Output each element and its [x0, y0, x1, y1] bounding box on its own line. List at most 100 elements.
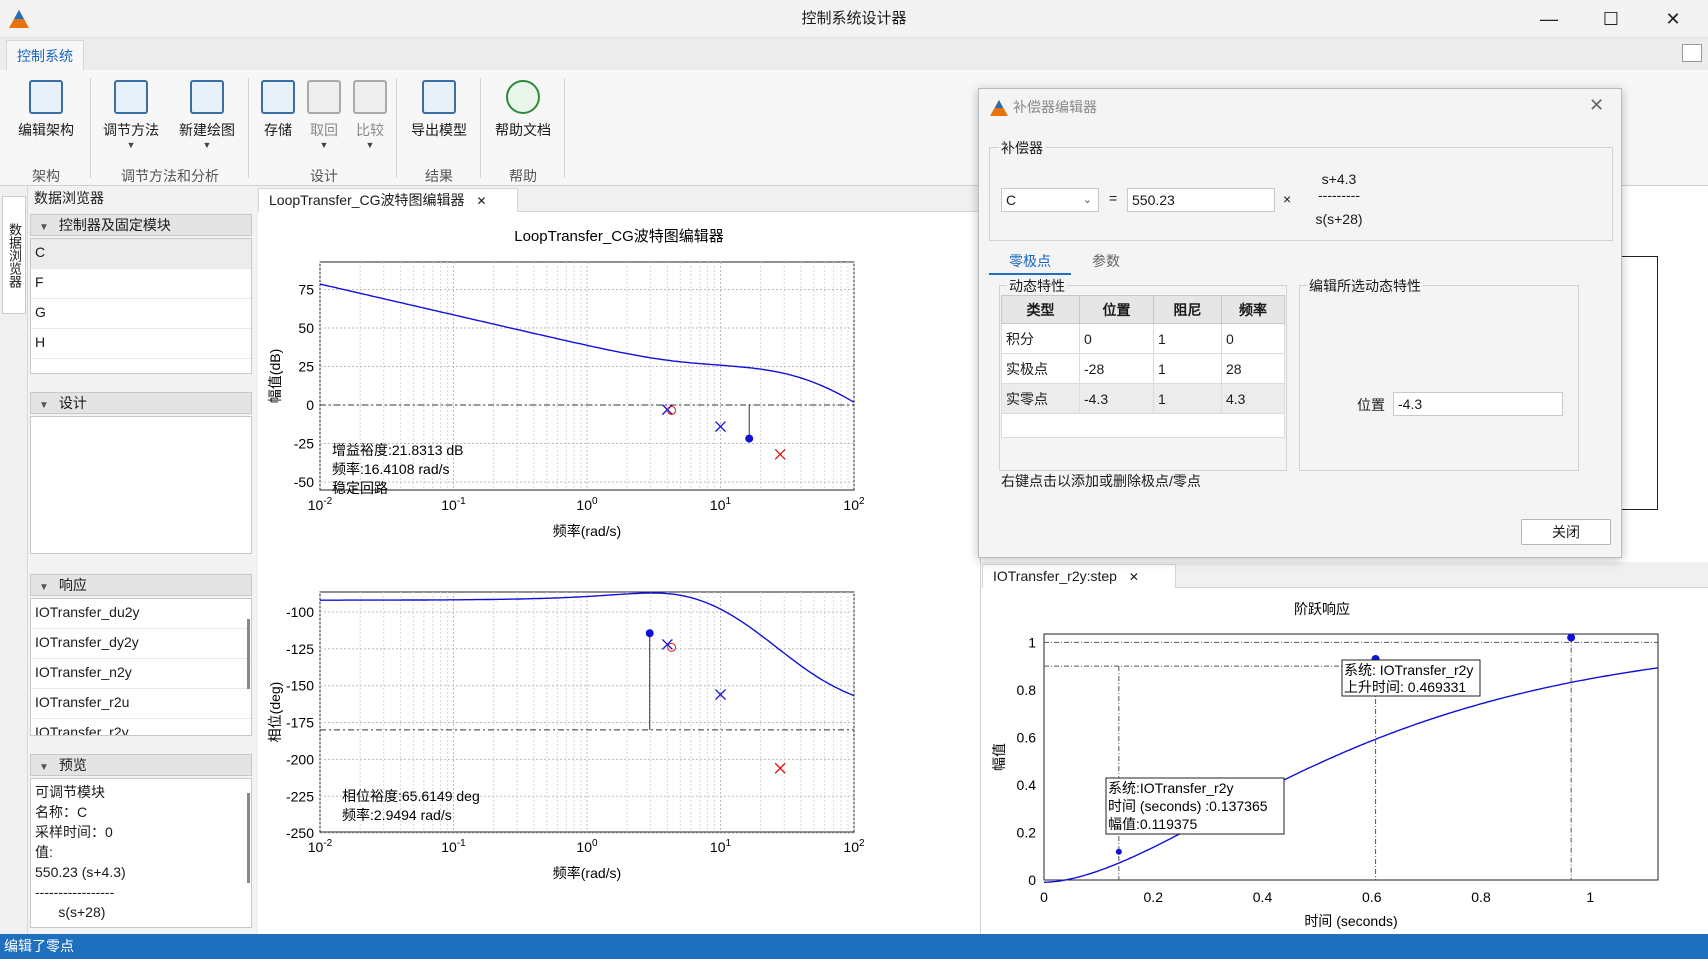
x-tick-label: 10-1 [441, 496, 466, 513]
dialog-close-icon[interactable]: ✕ [1589, 95, 1604, 116]
new-plot-button[interactable]: 新建绘图 ▼ [172, 76, 242, 150]
tab-step-response[interactable]: IOTransfer_r2y:step ✕ [982, 564, 1176, 588]
status-bar: 编辑了零点 [0, 934, 1708, 959]
tab-bode-editor[interactable]: LoopTransfer_CG波特图编辑器 ✕ [258, 188, 518, 212]
help-doc-button[interactable]: 帮助文档 [488, 76, 558, 140]
list-item[interactable]: IOTransfer_n2y [31, 659, 251, 689]
x-tick-label: 0.4 [1253, 889, 1273, 905]
x-tick-label: 100 [576, 496, 598, 513]
retrieve-button[interactable]: 取回 ▼ [302, 76, 346, 150]
list-item[interactable]: IOTransfer_r2u [31, 689, 251, 719]
list-item[interactable]: IOTransfer_r2y [31, 719, 251, 735]
position-input[interactable]: -4.3 [1393, 392, 1563, 416]
y-tick-label: 0 [306, 397, 314, 413]
y-axis-label: 幅值(dB) [267, 349, 283, 403]
y-tick-label: -25 [294, 436, 314, 452]
phase-margin-marker [645, 629, 654, 638]
list-item[interactable]: C [31, 239, 251, 269]
y-tick-label: 0.8 [1017, 682, 1037, 698]
stability-text: 稳定回路 [332, 480, 388, 496]
list-item[interactable]: G [31, 299, 251, 329]
fraction-line: --------- [1318, 187, 1360, 203]
x-tick-label: 0 [1040, 889, 1048, 905]
numerator: s+4.3 [1321, 171, 1357, 187]
x-axis-label: 频率(rad/s) [553, 523, 621, 539]
y-tick-label: -50 [294, 474, 314, 490]
edit-architecture-button[interactable]: 编辑架构 [10, 76, 82, 140]
data-browser-side-tab[interactable]: 数据浏览器 [2, 196, 26, 314]
tooltip-point-time: 时间 (seconds) :0.137365 [1108, 798, 1268, 814]
x-tick-label: 10-1 [441, 838, 466, 855]
group-label-help: 帮助 [509, 168, 537, 184]
section-controllers[interactable]: ▼ 控制器及固定模块 [30, 214, 252, 236]
y-tick-label: 0.4 [1017, 777, 1037, 793]
compensator-legend: 补偿器 [999, 138, 1045, 158]
compensator-select[interactable]: C ⌄ [1001, 188, 1099, 212]
tuning-method-button[interactable]: 调节方法 ▼ [98, 76, 164, 150]
list-item[interactable]: F [31, 269, 251, 299]
data-browser-panel: 数据浏览器 ▼ 控制器及固定模块 C F G H ▼ 设计 ▼ 响应 IOTransf… [28, 186, 256, 934]
new-plot-icon [190, 80, 224, 114]
x-tick-label: 10-2 [308, 496, 333, 513]
hidden-plot-edge [1622, 256, 1658, 510]
close-button[interactable]: ✕ [1644, 0, 1702, 38]
data-tip-marker [1115, 848, 1122, 855]
controllers-list: C F G H [30, 238, 252, 374]
table-row[interactable]: 实零点 -4.3 1 4.3 [1001, 383, 1285, 414]
x-tick-label: 102 [843, 496, 865, 513]
group-label-arch: 架构 [32, 168, 60, 184]
dialog-title: 补偿器编辑器 [1013, 99, 1097, 115]
y-tick-label: -125 [286, 641, 314, 657]
y-tick-label: -200 [286, 751, 314, 767]
responses-list: IOTransfer_du2y IOTransfer_dy2y IOTransf… [30, 598, 252, 736]
x-tick-label: 0.2 [1144, 889, 1164, 905]
x-tick-label: 0.8 [1471, 889, 1491, 905]
y-axis-label: 幅值 [991, 743, 1007, 771]
tab-parameters[interactable]: 参数 [1071, 249, 1141, 275]
close-tab-icon[interactable]: ✕ [1129, 570, 1139, 584]
close-dialog-button[interactable]: 关闭 [1521, 519, 1611, 545]
y-tick-label: 50 [298, 320, 314, 336]
section-responses[interactable]: ▼ 响应 [30, 574, 252, 596]
edit-dynamics-section [1299, 285, 1579, 471]
title-bar: 控制系统设计器 — ☐ ✕ [0, 0, 1708, 38]
export-model-button[interactable]: 导出模型 [404, 76, 474, 140]
section-design[interactable]: ▼ 设计 [30, 392, 252, 414]
group-label-tuning: 调节方法和分析 [121, 168, 219, 184]
tab-control-system[interactable]: 控制系统 [6, 40, 84, 70]
compare-button[interactable]: 比较 ▼ [348, 76, 392, 150]
dynamics-table: 类型 位置 阻尼 频率 积分 0 1 0 实极点 -28 1 28 实零点 -4.3 1 4.3 [1001, 295, 1285, 438]
tab-zeros-poles[interactable]: 零极点 [989, 249, 1071, 275]
hint-text: 右键点击以添加或删除极点/零点 [1001, 473, 1201, 489]
close-tab-icon[interactable]: ✕ [476, 194, 486, 208]
preview-scrollbar[interactable] [247, 793, 250, 883]
tooltip-point-system: 系统:IOTransfer_r2y [1108, 780, 1234, 796]
x-tick-label: 101 [710, 838, 732, 855]
export-cube-icon [422, 80, 456, 114]
table-row[interactable]: 积分 0 1 0 [1001, 323, 1285, 354]
store-button[interactable]: 存储 [256, 76, 300, 140]
y-tick-label: 25 [298, 359, 314, 375]
bode-editor-doc: LoopTransfer_CG波特图编辑器 ✕ LoopTransfer_CG波… [258, 186, 980, 934]
bode-plot[interactable]: LoopTransfer_CG波特图编辑器 75 50 25 0 -25 -50 10-2 10… [258, 212, 980, 934]
y-tick-label: 75 [298, 282, 314, 298]
x-tick-label: 10-2 [308, 838, 333, 855]
gain-input[interactable]: 550.23 [1127, 188, 1275, 212]
maximize-button[interactable]: ☐ [1582, 0, 1640, 38]
y-tick-label: 0 [1028, 872, 1036, 888]
minimize-button[interactable]: — [1520, 0, 1578, 38]
list-item[interactable]: IOTransfer_du2y [31, 599, 251, 629]
denominator: s(s+28) [1315, 211, 1363, 227]
phase-margin-text: 相位裕度:65.6149 deg [342, 788, 480, 804]
x-tick-label: 1 [1586, 889, 1594, 905]
equals-sign: = [1109, 190, 1118, 206]
gain-margin-marker [745, 434, 754, 443]
bode-title: LoopTransfer_CG波特图编辑器 [514, 228, 724, 245]
list-item[interactable]: H [31, 329, 251, 359]
table-row[interactable]: 实极点 -28 1 28 [1001, 353, 1285, 384]
collapse-ribbon-icon[interactable] [1682, 44, 1702, 62]
section-preview[interactable]: ▼ 预览 [30, 754, 252, 776]
responses-scrollbar[interactable] [247, 619, 250, 689]
list-item[interactable]: IOTransfer_dy2y [31, 629, 251, 659]
step-plot[interactable]: 阶跃响应 1 0.8 0.6 0.4 0.2 00 0.2 0.4 0.6 0.8 1 时间 (seco… [982, 588, 1708, 934]
